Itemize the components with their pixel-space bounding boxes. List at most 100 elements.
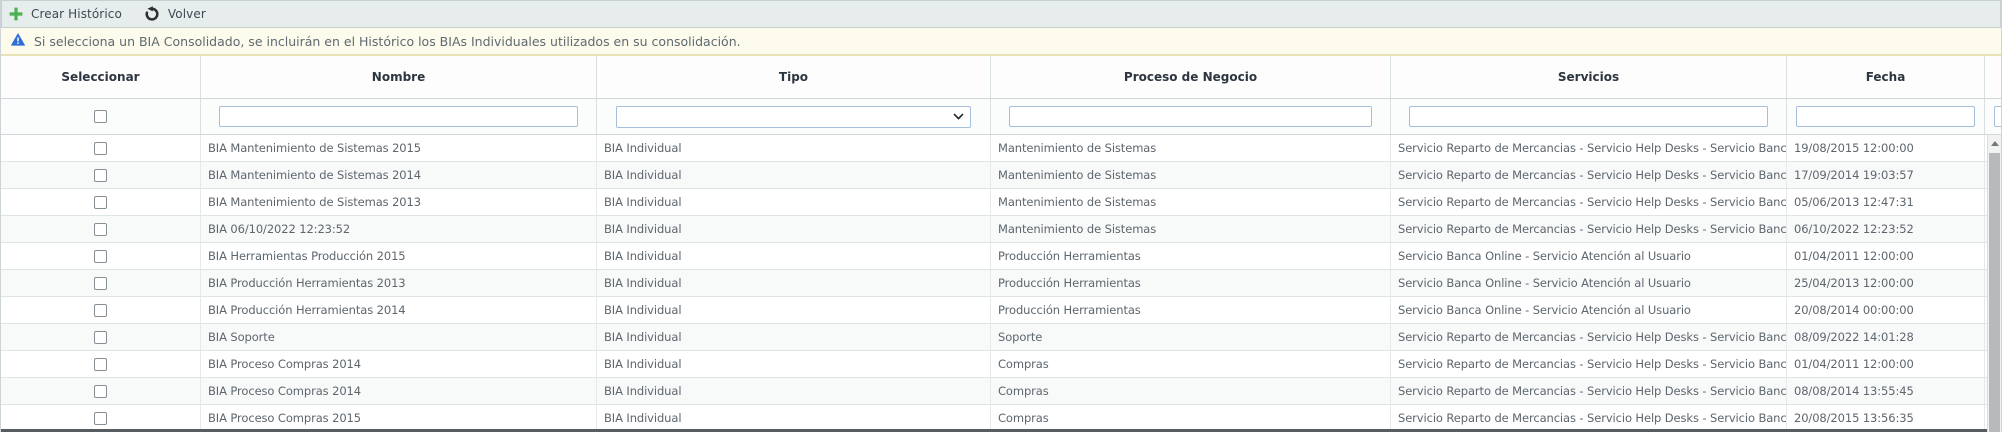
scrollbar-up-button[interactable] [1988,135,2001,151]
row-tipo-cell: BIA Individual [597,405,991,431]
row-checkbox[interactable] [94,223,107,236]
row-checkbox[interactable] [94,142,107,155]
row-checkbox[interactable] [94,277,107,290]
column-header-tipo[interactable]: Tipo [597,56,991,98]
row-servicios-cell: Servicio Reparto de Mercancias - Servici… [1391,405,1787,431]
table-row[interactable]: BIA Proceso Compras 2015 BIA Individual … [1,405,2001,432]
row-nombre-cell: BIA Producción Herramientas 2014 [201,297,597,323]
table-row[interactable]: BIA Soporte BIA Individual Soporte Servi… [1,324,2001,351]
table-row[interactable]: BIA Proceso Compras 2014 BIA Individual … [1,351,2001,378]
filter-filler-cell [1985,99,2001,134]
row-fecha-cell: 17/09/2014 19:03:57 [1787,162,1985,188]
row-fecha-cell: 08/09/2022 14:01:28 [1787,324,1985,350]
row-nombre-cell: BIA Mantenimiento de Sistemas 2014 [201,162,597,188]
vertical-scrollbar[interactable] [1987,135,2001,432]
undo-icon [144,6,160,22]
row-select-cell [1,135,201,161]
row-fecha-cell: 20/08/2015 13:56:35 [1787,405,1985,431]
row-tipo-cell: BIA Individual [597,351,991,377]
column-header-seleccionar[interactable]: Seleccionar [1,56,201,98]
select-all-checkbox[interactable] [94,110,107,123]
table-row[interactable]: BIA Mantenimiento de Sistemas 2015 BIA I… [1,135,2001,162]
toolbar: Crear Histórico Volver [1,0,2001,28]
row-nombre-cell: BIA Herramientas Producción 2015 [201,243,597,269]
table-row[interactable]: BIA Proceso Compras 2014 BIA Individual … [1,378,2001,405]
crear-historico-button[interactable]: Crear Histórico [9,7,122,21]
table-row[interactable]: BIA Producción Herramientas 2014 BIA Ind… [1,297,2001,324]
row-select-cell [1,351,201,377]
chevron-down-icon [953,113,964,120]
row-nombre-cell: BIA Producción Herramientas 2013 [201,270,597,296]
row-checkbox[interactable] [94,385,107,398]
row-select-cell [1,189,201,215]
row-tipo-cell: BIA Individual [597,162,991,188]
column-header-fecha[interactable]: Fecha [1787,56,1985,98]
scrollbar-thumb[interactable] [1989,153,2000,432]
row-select-cell [1,216,201,242]
row-checkbox[interactable] [94,169,107,182]
row-checkbox[interactable] [94,196,107,209]
row-servicios-cell: Servicio Reparto de Mercancias - Servici… [1391,189,1787,215]
filter-cell-nombre [201,99,597,134]
servicios-filter-input[interactable] [1409,106,1768,127]
row-fecha-cell: 20/08/2014 00:00:00 [1787,297,1985,323]
row-proceso-cell: Producción Herramientas [991,270,1391,296]
bia-historico-screen: Crear Histórico Volver Si selecciona un … [0,0,2002,432]
row-checkbox[interactable] [94,304,107,317]
row-nombre-cell: BIA Proceso Compras 2014 [201,378,597,404]
row-checkbox[interactable] [94,250,107,263]
fecha-filter-input[interactable] [1796,106,1975,127]
row-tipo-cell: BIA Individual [597,297,991,323]
row-fecha-cell: 01/04/2011 12:00:00 [1787,243,1985,269]
row-nombre-cell: BIA Proceso Compras 2014 [201,351,597,377]
row-nombre-cell: BIA Soporte [201,324,597,350]
proceso-filter-input[interactable] [1009,106,1372,127]
row-fecha-cell: 05/06/2013 12:47:31 [1787,189,1985,215]
row-proceso-cell: Mantenimiento de Sistemas [991,216,1391,242]
scroll-up-arrow-icon [1991,141,1999,146]
row-fecha-cell: 06/10/2022 12:23:52 [1787,216,1985,242]
row-proceso-cell: Soporte [991,324,1391,350]
row-proceso-cell: Mantenimiento de Sistemas [991,135,1391,161]
row-servicios-cell: Servicio Reparto de Mercancias - Servici… [1391,216,1787,242]
row-checkbox[interactable] [94,358,107,371]
row-select-cell [1,297,201,323]
row-proceso-cell: Compras [991,405,1391,431]
row-nombre-cell: BIA Proceso Compras 2015 [201,405,597,431]
table-body: BIA Mantenimiento de Sistemas 2015 BIA I… [1,135,2001,432]
row-tipo-cell: BIA Individual [597,216,991,242]
table-row[interactable]: BIA Producción Herramientas 2013 BIA Ind… [1,270,2001,297]
row-nombre-cell: BIA Mantenimiento de Sistemas 2013 [201,189,597,215]
info-bar: Si selecciona un BIA Consolidado, se inc… [1,28,2001,56]
row-select-cell [1,243,201,269]
volver-button[interactable]: Volver [144,6,206,22]
row-fecha-cell: 19/08/2015 12:00:00 [1787,135,1985,161]
row-checkbox[interactable] [94,412,107,425]
filter-cell-seleccionar [1,99,201,134]
header-filler-cell [1985,56,2001,98]
row-fecha-cell: 25/04/2013 12:00:00 [1787,270,1985,296]
column-header-proceso[interactable]: Proceso de Negocio [991,56,1391,98]
clipped-filter-input[interactable] [1994,106,2001,127]
row-proceso-cell: Producción Herramientas [991,243,1391,269]
row-select-cell [1,162,201,188]
row-proceso-cell: Compras [991,378,1391,404]
table-row[interactable]: BIA Herramientas Producción 2015 BIA Ind… [1,243,2001,270]
row-select-cell [1,270,201,296]
column-header-servicios[interactable]: Servicios [1391,56,1787,98]
column-header-nombre[interactable]: Nombre [201,56,597,98]
table-row[interactable]: BIA Mantenimiento de Sistemas 2013 BIA I… [1,189,2001,216]
row-tipo-cell: BIA Individual [597,135,991,161]
row-servicios-cell: Servicio Reparto de Mercancias - Servici… [1391,351,1787,377]
table-header-row: Seleccionar Nombre Tipo Proceso de Negoc… [1,56,2001,99]
row-proceso-cell: Mantenimiento de Sistemas [991,162,1391,188]
nombre-filter-input[interactable] [219,106,578,127]
row-servicios-cell: Servicio Reparto de Mercancias - Servici… [1391,378,1787,404]
filter-cell-fecha [1787,99,1985,134]
tipo-filter-select[interactable] [616,106,971,128]
table-row[interactable]: BIA Mantenimiento de Sistemas 2014 BIA I… [1,162,2001,189]
row-checkbox[interactable] [94,331,107,344]
volver-label: Volver [168,7,206,21]
row-proceso-cell: Mantenimiento de Sistemas [991,189,1391,215]
table-row[interactable]: BIA 06/10/2022 12:23:52 BIA Individual M… [1,216,2001,243]
